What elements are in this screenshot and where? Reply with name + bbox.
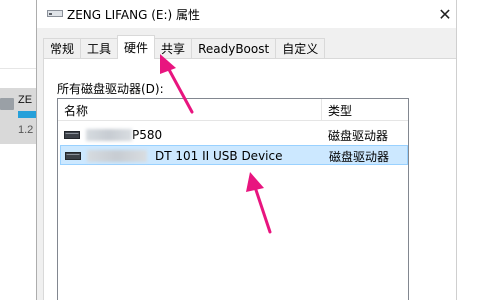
list-item-name: P580 xyxy=(132,128,163,142)
tab-tools[interactable]: 工具 xyxy=(80,38,119,58)
column-header-name[interactable]: 名称 xyxy=(58,99,322,121)
title-bar[interactable]: ZENG LIFANG (E:) 属性 ✕ xyxy=(37,0,500,28)
list-item[interactable]: P580 磁盘驱动器 xyxy=(60,125,408,145)
disk-drive-icon xyxy=(65,152,81,160)
drive-usage-bar xyxy=(18,111,36,118)
tab-hardware[interactable]: 硬件 xyxy=(117,35,156,59)
properties-dialog: ZENG LIFANG (E:) 属性 ✕ 常规 工具 硬件 共享 ReadyB… xyxy=(36,0,500,300)
list-item-type: 磁盘驱动器 xyxy=(329,149,390,164)
list-item-name-cell: DT 101 II USB Device xyxy=(65,146,282,166)
drive-size: 1.2 xyxy=(18,124,34,136)
list-item-type: 磁盘驱动器 xyxy=(328,128,389,143)
list-item-selected[interactable]: DT 101 II USB Device 磁盘驱动器 xyxy=(60,145,408,165)
list-item-name-cell: P580 xyxy=(64,125,162,145)
explorer-background: ZE 1.2 xyxy=(0,0,36,300)
disk-drives-label: 所有磁盘驱动器(D): xyxy=(57,82,164,96)
tab-general[interactable]: 常规 xyxy=(43,38,82,58)
divider xyxy=(0,68,36,69)
list-item-name: DT 101 II USB Device xyxy=(155,149,283,163)
dialog-title: ZENG LIFANG (E:) 属性 xyxy=(67,8,201,22)
drive-icon xyxy=(47,10,63,17)
drive-label: ZE xyxy=(18,94,33,106)
column-header-type[interactable]: 类型 xyxy=(322,99,408,121)
disk-drives-list[interactable]: 名称 类型 P580 磁盘驱动器 DT 101 II USB Device 磁盘… xyxy=(57,98,409,300)
disk-drive-icon xyxy=(64,131,80,139)
redacted-text xyxy=(87,150,147,162)
list-header: 名称 类型 xyxy=(58,99,408,121)
close-icon: ✕ xyxy=(438,4,452,24)
tab-readyboost[interactable]: ReadyBoost xyxy=(191,38,277,58)
tab-customize[interactable]: 自定义 xyxy=(275,38,326,58)
redacted-text xyxy=(86,129,132,141)
tab-strip: 常规 工具 硬件 共享 ReadyBoost 自定义 xyxy=(43,35,326,59)
tab-sharing[interactable]: 共享 xyxy=(154,38,193,58)
background-window-edge xyxy=(456,0,500,300)
drive-icon xyxy=(0,98,14,110)
